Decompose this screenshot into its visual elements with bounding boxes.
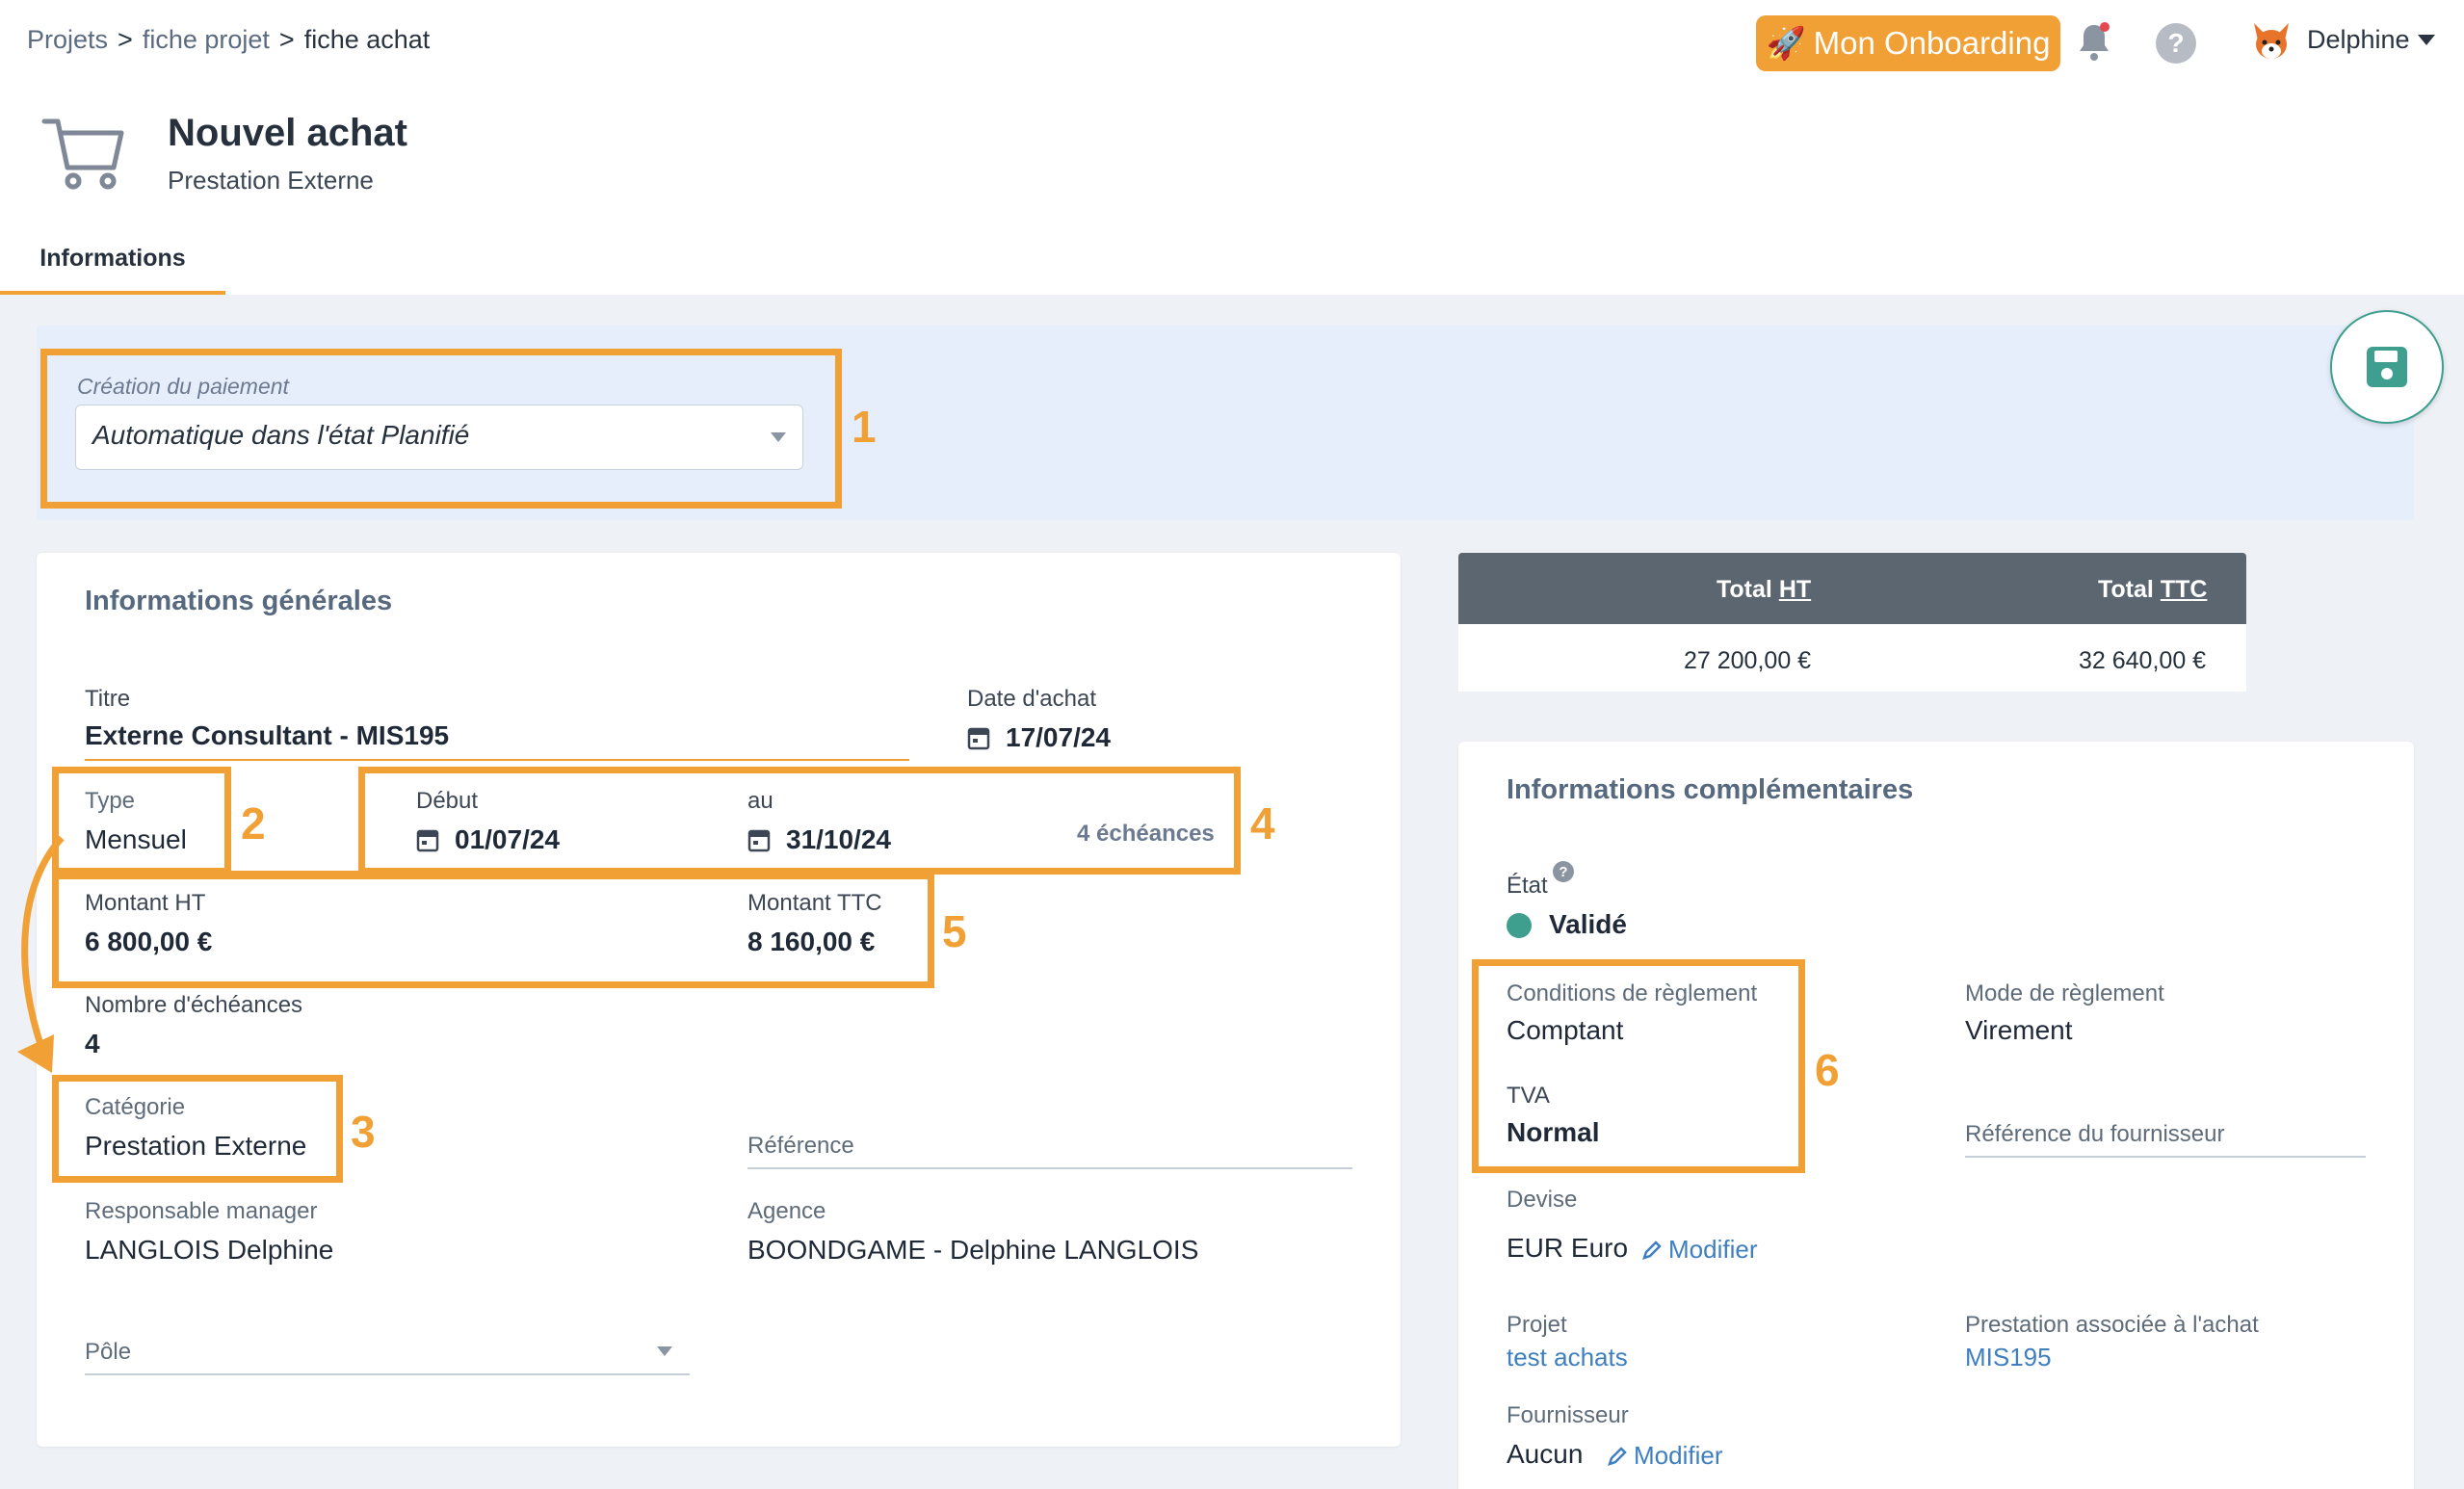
date-achat-label: Date d'achat	[967, 686, 1097, 712]
total-ht-value: 27 200,00 €	[1684, 647, 1812, 674]
devise-value: EUR Euro	[1507, 1233, 1629, 1263]
titre-label: Titre	[85, 686, 131, 712]
bell-icon[interactable]	[2075, 21, 2113, 64]
devise-label: Devise	[1507, 1187, 1578, 1213]
devise-modifier-link[interactable]: Modifier	[1641, 1235, 1757, 1265]
pencil-icon	[1608, 1446, 1627, 1466]
date-achat-field[interactable]: 17/07/24	[967, 722, 1111, 753]
type-value[interactable]: Mensuel	[85, 824, 187, 855]
onboarding-button[interactable]: 🚀 Mon Onboarding	[1756, 15, 2060, 71]
rocket-icon: 🚀	[1766, 24, 1806, 61]
manager-label: Responsable manager	[85, 1198, 318, 1224]
etat-label: État	[1507, 873, 1548, 899]
type-label: Type	[85, 788, 136, 814]
fournisseur-modifier-label: Modifier	[1634, 1441, 1723, 1470]
prestation-label: Prestation associée à l'achat	[1965, 1312, 2259, 1338]
au-label: au	[747, 788, 773, 814]
annotation-number-6: 6	[1815, 1045, 1840, 1095]
ref-fournisseur-input[interactable]: Référence du fournisseur	[1965, 1121, 2366, 1158]
titre-input[interactable]: Externe Consultant - MIS195	[85, 720, 909, 761]
total-ht-header: Total HT	[1717, 576, 1811, 604]
annotation-number-4: 4	[1250, 798, 1275, 849]
calendar-icon	[416, 829, 439, 852]
projet-label: Projet	[1507, 1312, 1567, 1338]
annotation-number-1: 1	[852, 402, 877, 452]
manager-value[interactable]: LANGLOIS Delphine	[85, 1235, 333, 1266]
total-ttc-header: Total TTC	[2098, 576, 2207, 604]
save-icon	[2367, 347, 2407, 387]
breadcrumb-separator: >	[278, 25, 295, 54]
categorie-label: Catégorie	[85, 1094, 186, 1120]
total-ht-abbr: HT	[1778, 576, 1812, 603]
conditions-value[interactable]: Comptant	[1507, 1015, 1623, 1046]
onboarding-label: Mon Onboarding	[1813, 25, 2051, 61]
projet-link[interactable]: test achats	[1507, 1343, 1628, 1372]
complementary-info-title: Informations complémentaires	[1507, 774, 1914, 805]
tva-value[interactable]: Normal	[1507, 1117, 1599, 1148]
prestation-link[interactable]: MIS195	[1965, 1343, 2052, 1372]
nb-echeances-label: Nombre d'échéances	[85, 992, 303, 1018]
nb-echeances-value[interactable]: 4	[85, 1029, 100, 1059]
echeances-note: 4 échéances	[1077, 821, 1215, 847]
agence-label: Agence	[747, 1198, 826, 1224]
total-ttc-abbr: TTC	[2160, 576, 2208, 603]
status-dot-icon	[1507, 913, 1532, 938]
info-icon[interactable]: ?	[1553, 861, 1574, 882]
page-subtitle: Prestation Externe	[168, 166, 374, 195]
fournisseur-label: Fournisseur	[1507, 1402, 1629, 1428]
annotation-number-2: 2	[241, 798, 266, 849]
categorie-value[interactable]: Prestation Externe	[85, 1131, 306, 1162]
fournisseur-value: Aucun	[1507, 1439, 1584, 1469]
annotation-arrow	[17, 835, 65, 1073]
montant-ttc-label: Montant TTC	[747, 890, 882, 916]
total-ttc-prefix: Total	[2098, 576, 2161, 603]
date-achat-value: 17/07/24	[1006, 722, 1111, 752]
au-field[interactable]: 31/10/24	[747, 824, 891, 855]
debut-value: 01/07/24	[455, 824, 560, 854]
user-name[interactable]: Delphine	[2307, 25, 2410, 55]
total-ht-prefix: Total	[1717, 576, 1779, 603]
help-icon[interactable]: ?	[2156, 23, 2196, 64]
total-ttc-value: 32 640,00 €	[2079, 647, 2207, 674]
avatar[interactable]	[2250, 19, 2293, 64]
montant-ttc-value[interactable]: 8 160,00 €	[747, 927, 875, 957]
montant-ht-label: Montant HT	[85, 890, 206, 916]
breadcrumb-fiche-projet[interactable]: fiche projet	[143, 25, 270, 55]
conditions-label: Conditions de règlement	[1507, 980, 1758, 1006]
reference-input[interactable]: Référence	[747, 1133, 1352, 1169]
au-value: 31/10/24	[786, 824, 891, 854]
breadcrumb-separator: >	[118, 25, 133, 54]
montant-ht-value[interactable]: 6 800,00 €	[85, 927, 212, 957]
breadcrumb-fiche-achat: fiche achat	[303, 25, 431, 54]
page-title: Nouvel achat	[168, 112, 407, 154]
caret-down-icon[interactable]	[657, 1346, 672, 1356]
debut-label: Début	[416, 788, 479, 814]
pencil-icon	[1642, 1240, 1662, 1260]
annotation-box-3	[52, 1075, 343, 1183]
chevron-down-icon[interactable]	[2418, 35, 2435, 45]
general-info-title: Informations générales	[85, 586, 393, 616]
cart-icon	[40, 114, 127, 193]
devise-modifier-label: Modifier	[1668, 1235, 1758, 1264]
pole-select[interactable]: Pôle	[85, 1339, 690, 1375]
fournisseur-modifier-link[interactable]: Modifier	[1607, 1441, 1722, 1471]
mode-value[interactable]: Virement	[1965, 1015, 2073, 1046]
etat-value[interactable]: Validé	[1549, 909, 1627, 940]
save-button[interactable]	[2330, 310, 2444, 424]
annotation-box-1	[40, 349, 842, 509]
breadcrumb: Projets > fiche projet > fiche achat	[27, 25, 430, 55]
mode-label: Mode de règlement	[1965, 980, 2164, 1006]
annotation-number-3: 3	[351, 1107, 376, 1157]
annotation-number-5: 5	[942, 906, 967, 956]
debut-field[interactable]: 01/07/24	[416, 824, 560, 855]
calendar-icon	[967, 727, 990, 750]
calendar-icon	[747, 829, 771, 852]
breadcrumb-projets[interactable]: Projets	[27, 25, 108, 55]
agence-value[interactable]: BOONDGAME - Delphine LANGLOIS	[747, 1235, 1198, 1266]
tva-label: TVA	[1507, 1083, 1550, 1109]
tab-informations[interactable]: Informations	[0, 237, 225, 295]
